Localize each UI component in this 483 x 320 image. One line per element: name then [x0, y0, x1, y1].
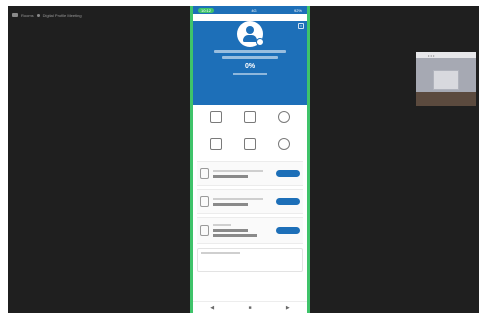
avatar-body [243, 35, 257, 42]
info-card-text [213, 197, 272, 206]
text-input-label [201, 252, 241, 254]
info-card-value [213, 202, 249, 206]
text-input-field[interactable] [197, 248, 303, 272]
avatar[interactable] [237, 21, 264, 47]
network-status: 4G [251, 7, 257, 13]
quick-action-1[interactable] [199, 111, 233, 129]
back-icon[interactable]: ◀ [210, 305, 214, 311]
info-card-id[interactable] [197, 161, 303, 186]
info-card-caption [213, 224, 231, 226]
grid-icon [210, 111, 222, 123]
mail-icon [244, 138, 256, 150]
meeting-topbar: Rooms Digital Profile Meeting [12, 10, 82, 20]
battery-status: 92% [293, 7, 302, 13]
info-card-action-button[interactable] [276, 198, 300, 205]
quick-action-6[interactable] [267, 138, 301, 156]
info-card-action-button[interactable] [276, 227, 300, 234]
video-room-screen [433, 70, 459, 90]
quick-actions-grid [193, 105, 307, 158]
card-icon [244, 111, 256, 123]
screen-share-icon[interactable] [12, 13, 18, 17]
id-card-icon [200, 168, 209, 179]
quick-action-4[interactable] [199, 138, 233, 156]
quick-action-2[interactable] [233, 111, 267, 129]
video-tile-controls[interactable]: • • • [428, 53, 434, 58]
home-icon[interactable]: ■ [248, 305, 251, 311]
android-nav-bar: ◀ ■ ▶ [193, 301, 307, 313]
info-card-value [213, 229, 249, 232]
profile-completion-caption [233, 73, 267, 75]
camera-icon[interactable] [256, 38, 264, 46]
info-card-caption [213, 197, 264, 200]
info-card-value-line2 [213, 234, 258, 237]
info-card-caption [213, 169, 264, 172]
video-room-participants [416, 92, 476, 106]
recents-icon[interactable]: ▶ [286, 305, 290, 311]
breadcrumb-meeting[interactable]: Digital Profile Meeting [43, 13, 82, 18]
info-card-text [213, 169, 272, 178]
gear-icon [278, 111, 290, 123]
profile-completion-percent: 0% [244, 63, 256, 70]
document-icon [210, 138, 222, 150]
profile-header: × 0% [193, 21, 307, 105]
separator-dot-icon [36, 13, 40, 17]
breadcrumb-rooms[interactable]: Rooms [21, 13, 34, 18]
info-card-value [213, 174, 249, 178]
info-card-phone[interactable] [197, 189, 303, 214]
profile-name-line [214, 50, 286, 53]
list-icon [200, 225, 209, 236]
question-icon [278, 138, 290, 150]
call-timer-pill: 10:12 [198, 7, 215, 13]
close-icon[interactable]: × [298, 23, 304, 29]
meeting-stage: Rooms Digital Profile Meeting 10:12 4G 9… [8, 6, 479, 313]
participant-video-tile[interactable]: • • • [416, 52, 476, 106]
shared-phone-screen: 10:12 4G 92% × 0% ◀ ■ ▶ [190, 6, 310, 313]
quick-action-3[interactable] [267, 111, 301, 129]
avatar-head [246, 26, 254, 34]
info-card-action-button[interactable] [276, 170, 300, 177]
quick-action-5[interactable] [233, 138, 267, 156]
info-card-list[interactable] [197, 217, 303, 244]
phone-icon [200, 196, 209, 207]
profile-email-line [222, 56, 278, 59]
info-card-text [213, 224, 272, 237]
phone-status-bar: 10:12 4G 92% [193, 6, 307, 14]
